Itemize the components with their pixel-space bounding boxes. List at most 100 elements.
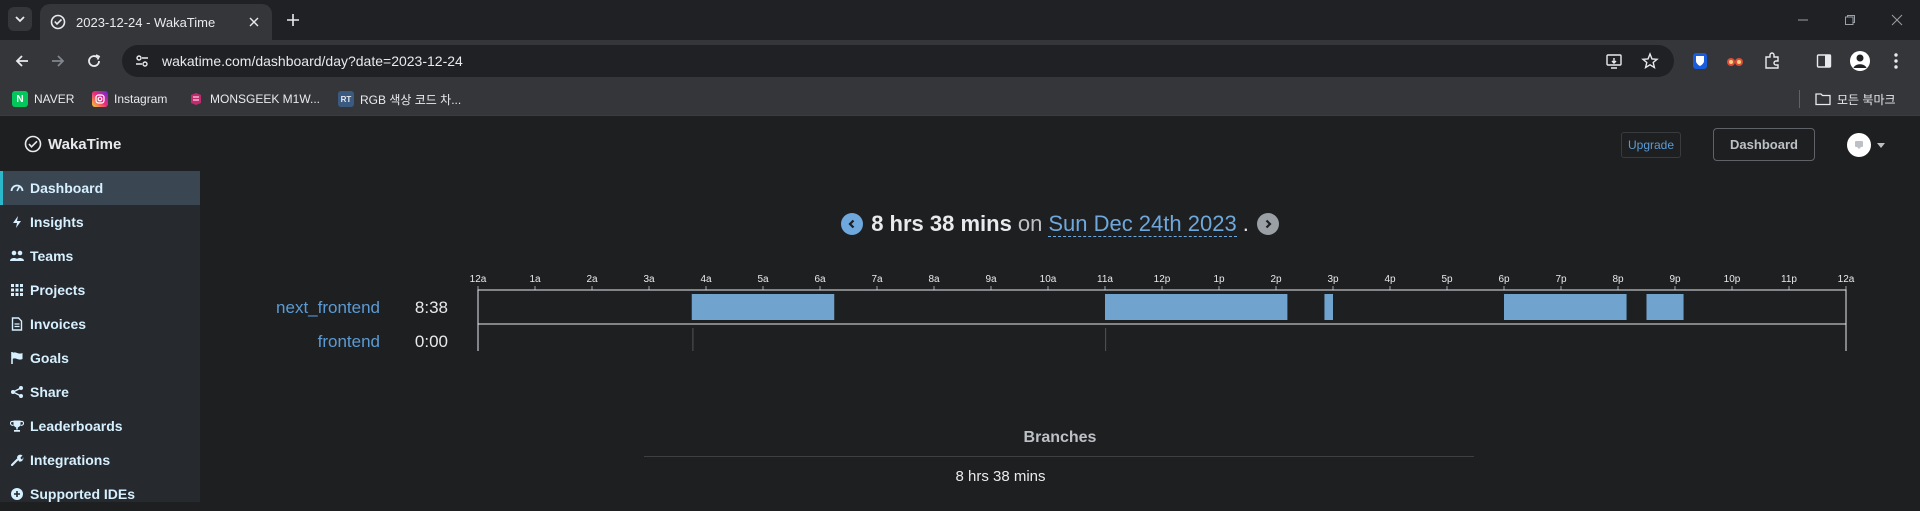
hour-label: 6p — [1498, 274, 1510, 285]
sidebar-item-projects[interactable]: Projects — [0, 273, 200, 307]
hour-label: 5p — [1441, 274, 1453, 285]
hour-label: 3p — [1327, 274, 1339, 285]
monsgeek-icon — [188, 91, 204, 107]
timeline-activity-bar[interactable] — [1646, 294, 1684, 320]
bookmark-monsgeek[interactable]: MONSGEEK M1W... — [188, 88, 320, 110]
close-window-button[interactable] — [1874, 0, 1920, 40]
hour-label: 10a — [1040, 274, 1057, 285]
bookmark-label: RGB 색상 코드 차... — [360, 92, 462, 107]
hour-label: 12a — [470, 274, 487, 285]
sidebar-item-label: Leaderboards — [30, 418, 123, 434]
new-tab-button[interactable] — [282, 9, 304, 31]
hour-label: 7a — [871, 274, 883, 285]
hour-label: 1p — [1213, 274, 1225, 285]
project-time: 8:38 — [414, 298, 448, 317]
sidebar-item-insights[interactable]: Insights — [0, 205, 200, 239]
hour-label: 11p — [1781, 274, 1797, 285]
hour-label: 3a — [643, 274, 655, 285]
profile-avatar-icon[interactable] — [1848, 49, 1872, 73]
hour-label: 1a — [529, 274, 541, 285]
sidebar: Dashboard Insights Teams Projects Invoices Go… — [0, 171, 200, 502]
share-icon — [9, 384, 25, 400]
sidebar-item-label: Projects — [30, 282, 86, 298]
sidebar-item-label: Integrations — [30, 452, 111, 468]
hour-label: 4a — [700, 274, 712, 285]
bookmarks-bar: N NAVER Instagram MONSGEEK M1W... RT RGB… — [0, 82, 1920, 116]
all-bookmarks-button[interactable]: 모든 북마크 — [1815, 88, 1896, 110]
address-bar[interactable]: wakatime.com/dashboard/day?date=2023-12-… — [122, 45, 1674, 77]
bookmark-instagram[interactable]: Instagram — [92, 88, 167, 110]
folder-icon — [1815, 91, 1831, 107]
dashboard-button[interactable]: Dashboard — [1713, 128, 1815, 161]
bookmark-label: NAVER — [34, 92, 75, 106]
project-name-link[interactable]: frontend — [200, 332, 380, 352]
brand-link[interactable]: WakaTime — [24, 135, 121, 153]
bookmark-star-icon[interactable] — [1638, 49, 1662, 73]
restore-icon — [1845, 15, 1855, 25]
hour-label: 4p — [1384, 274, 1396, 285]
minimize-button[interactable] — [1780, 0, 1826, 40]
users-icon — [9, 248, 25, 264]
back-button[interactable] — [10, 49, 34, 73]
hour-label: 8a — [928, 274, 940, 285]
site-info-icon[interactable] — [132, 51, 152, 71]
wakatime-favicon-icon — [50, 14, 66, 30]
sidebar-item-leaderboards[interactable]: Leaderboards — [0, 409, 200, 443]
timeline-activity-bar[interactable] — [691, 294, 835, 320]
plus-icon — [287, 14, 299, 26]
sidebar-item-invoices[interactable]: Invoices — [0, 307, 200, 341]
sidebar-item-label: Supported IDEs — [30, 486, 136, 502]
close-tab-icon[interactable] — [246, 14, 262, 30]
user-avatar[interactable] — [1847, 133, 1871, 157]
sidebar-item-dashboard[interactable]: Dashboard — [0, 171, 200, 205]
user-menu-caret-icon[interactable] — [1877, 143, 1885, 148]
sidebar-item-label: Invoices — [30, 316, 87, 332]
glasses-extension-icon[interactable] — [1723, 49, 1747, 73]
extensions-puzzle-icon[interactable] — [1760, 49, 1784, 73]
flag-icon — [9, 350, 25, 366]
avatar-icon — [1855, 141, 1863, 149]
install-app-icon[interactable] — [1602, 49, 1626, 73]
bookmark-naver[interactable]: N NAVER — [12, 88, 74, 110]
timeline-activity-bar[interactable] — [1105, 294, 1288, 320]
upgrade-button[interactable]: Upgrade — [1621, 132, 1681, 158]
browser-tab[interactable]: 2023-12-24 - WakaTime — [40, 4, 272, 40]
timeline-activity-bar[interactable] — [1105, 328, 1107, 351]
sidebar-item-integrations[interactable]: Integrations — [0, 443, 200, 477]
hour-label: 6a — [814, 274, 826, 285]
dashboard-icon — [9, 180, 25, 196]
url-text: wakatime.com/dashboard/day?date=2023-12-… — [162, 53, 463, 69]
sidebar-item-label: Share — [30, 384, 69, 400]
plus-circle-icon — [9, 486, 25, 502]
reload-button[interactable] — [82, 49, 106, 73]
timeline-activity-bar[interactable] — [692, 328, 694, 351]
sidebar-item-label: Insights — [30, 214, 84, 230]
sidebar-item-teams[interactable]: Teams — [0, 239, 200, 273]
hour-label: 9p — [1669, 274, 1681, 285]
sidebar-item-supported-ides[interactable]: Supported IDEs — [0, 477, 200, 511]
hour-label: 12a — [1838, 274, 1855, 285]
restore-button[interactable] — [1827, 0, 1873, 40]
timeline-activity-bar[interactable] — [1324, 294, 1333, 320]
sidebar-item-label: Dashboard — [30, 180, 104, 196]
minimize-icon — [1798, 19, 1808, 21]
side-panel-icon[interactable] — [1812, 49, 1836, 73]
hour-label: 9a — [985, 274, 997, 285]
bitwarden-extension-icon[interactable] — [1688, 49, 1712, 73]
app-header: WakaTime Upgrade Dashboard — [0, 117, 1920, 170]
wrench-icon — [9, 452, 25, 468]
timeline-activity-bar[interactable] — [1504, 294, 1627, 320]
sidebar-item-share[interactable]: Share — [0, 375, 200, 409]
sidebar-item-goals[interactable]: Goals — [0, 341, 200, 375]
arrow-right-icon — [52, 55, 65, 67]
bookmark-rgb[interactable]: RT RGB 색상 코드 차... — [338, 88, 461, 110]
project-name-link[interactable]: next_frontend — [200, 298, 380, 318]
forward-button[interactable] — [46, 49, 70, 73]
tab-search-button[interactable] — [8, 7, 32, 31]
hour-label: 12p — [1154, 274, 1171, 285]
file-icon — [9, 316, 25, 332]
hour-label: 10p — [1724, 274, 1741, 285]
rt-icon: RT — [338, 91, 354, 107]
menu-kebab-icon[interactable] — [1884, 49, 1908, 73]
timeline-row-frame — [477, 323, 1847, 351]
